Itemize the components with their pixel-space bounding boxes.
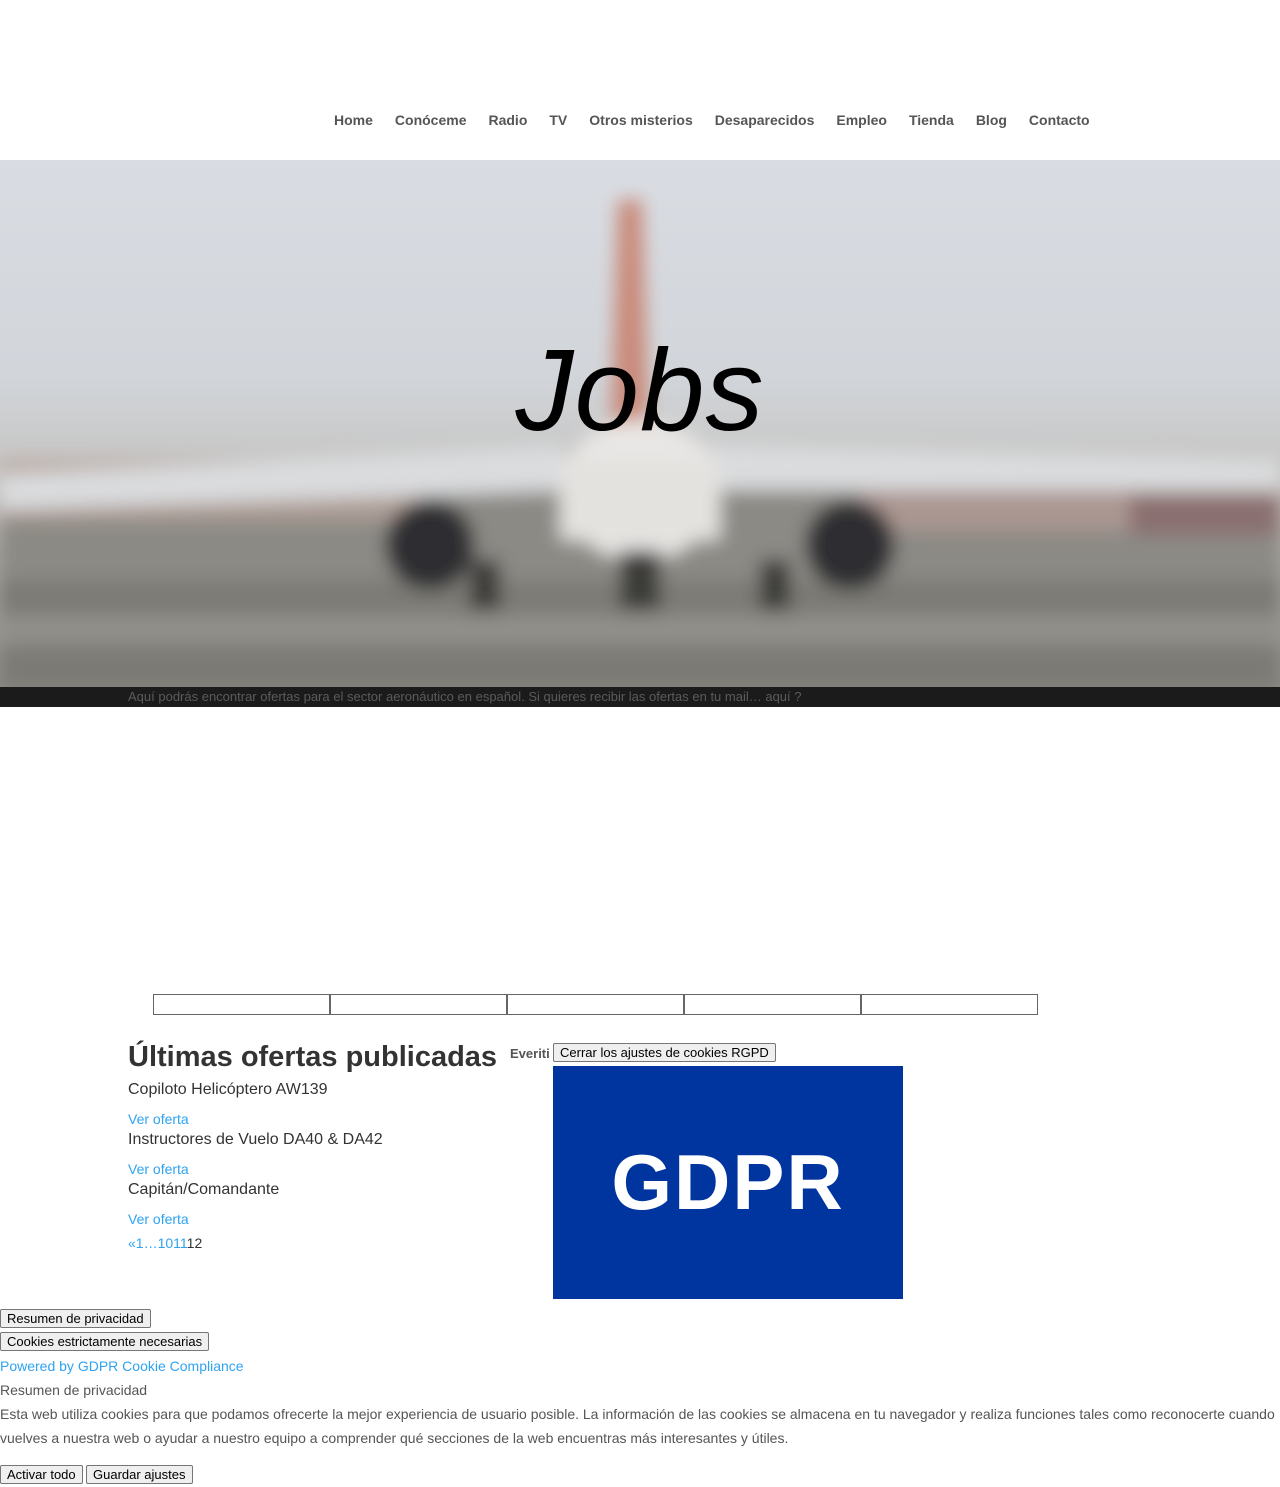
offer-title-2: Instructores de Vuelo DA40 & DA42 bbox=[128, 1131, 383, 1148]
table-cell bbox=[330, 994, 507, 1015]
subscribe-link[interactable]: aquí ? bbox=[765, 689, 801, 704]
pager-prev[interactable]: « bbox=[128, 1235, 136, 1251]
gdpr-logo-text: GDPR bbox=[611, 1138, 845, 1226]
pager-dots: … bbox=[143, 1235, 158, 1251]
nav-tv[interactable]: TV bbox=[549, 110, 567, 132]
powered-by: Powered by GDPR Cookie Compliance bbox=[0, 1357, 244, 1375]
nav-blog[interactable]: Blog bbox=[976, 110, 1007, 132]
table-cell bbox=[507, 994, 684, 1015]
main-nav: Home Conóceme Radio TV Otros misterios D… bbox=[334, 110, 1090, 132]
activate-all-button[interactable]: Activar todo bbox=[0, 1465, 83, 1484]
nav-home[interactable]: Home bbox=[334, 110, 373, 132]
empty-table-row bbox=[153, 994, 1038, 1015]
pager-page-11[interactable]: 11 bbox=[173, 1235, 187, 1251]
offer-link-2[interactable]: Ver oferta bbox=[128, 1160, 189, 1178]
offer-title-1: Copiloto Helicóptero AW139 bbox=[128, 1081, 328, 1098]
nav-empleo[interactable]: Empleo bbox=[836, 110, 887, 132]
intro-strip: Aquí podrás encontrar ofertas para el se… bbox=[0, 687, 1280, 707]
intro-text-body: Aquí podrás encontrar ofertas para el se… bbox=[128, 689, 766, 704]
offers-heading: Últimas ofertas publicadas bbox=[128, 1041, 498, 1073]
intro-text: Aquí podrás encontrar ofertas para el se… bbox=[128, 689, 802, 705]
table-cell bbox=[684, 994, 861, 1015]
nav-radio[interactable]: Radio bbox=[488, 110, 527, 132]
table-cell bbox=[153, 994, 330, 1015]
nav-otros-misterios[interactable]: Otros misterios bbox=[589, 110, 692, 132]
hero-title: Jobs bbox=[515, 325, 765, 455]
table-cell bbox=[861, 994, 1038, 1015]
save-settings-button[interactable]: Guardar ajustes bbox=[86, 1465, 193, 1484]
powered-by-prefix: Powered by bbox=[0, 1358, 78, 1374]
pager-page-10[interactable]: 10 bbox=[158, 1235, 174, 1251]
pager-current-page: 12 bbox=[187, 1235, 203, 1251]
nav-contacto[interactable]: Contacto bbox=[1029, 110, 1090, 132]
offer-link-1[interactable]: Ver oferta bbox=[128, 1110, 189, 1128]
close-gdpr-settings-button[interactable]: Cerrar los ajustes de cookies RGPD bbox=[553, 1043, 776, 1062]
nav-desaparecidos[interactable]: Desaparecidos bbox=[715, 110, 815, 132]
offer-title-3: Capitán/Comandante bbox=[128, 1181, 280, 1198]
privacy-summary-heading: Resumen de privacidad bbox=[0, 1382, 148, 1398]
everiti-label: Everiti bbox=[510, 1046, 550, 1061]
nav-conoceme[interactable]: Conóceme bbox=[395, 110, 467, 132]
tab-strictly-necessary[interactable]: Cookies estrictamente necesarias bbox=[0, 1332, 210, 1351]
offer-link-3[interactable]: Ver oferta bbox=[128, 1210, 189, 1228]
hero-banner: Jobs bbox=[0, 160, 1280, 687]
pager-page-1[interactable]: 1 bbox=[136, 1235, 144, 1251]
privacy-summary-text: Esta web utiliza cookies para que podamo… bbox=[0, 1406, 1275, 1446]
pagination: «1…101112 bbox=[128, 1234, 202, 1252]
tab-privacy-summary[interactable]: Resumen de privacidad bbox=[0, 1309, 151, 1328]
gdpr-logo: GDPR bbox=[553, 1066, 903, 1299]
nav-tienda[interactable]: Tienda bbox=[909, 110, 954, 132]
gdpr-plugin-link[interactable]: GDPR Cookie Compliance bbox=[78, 1358, 244, 1374]
